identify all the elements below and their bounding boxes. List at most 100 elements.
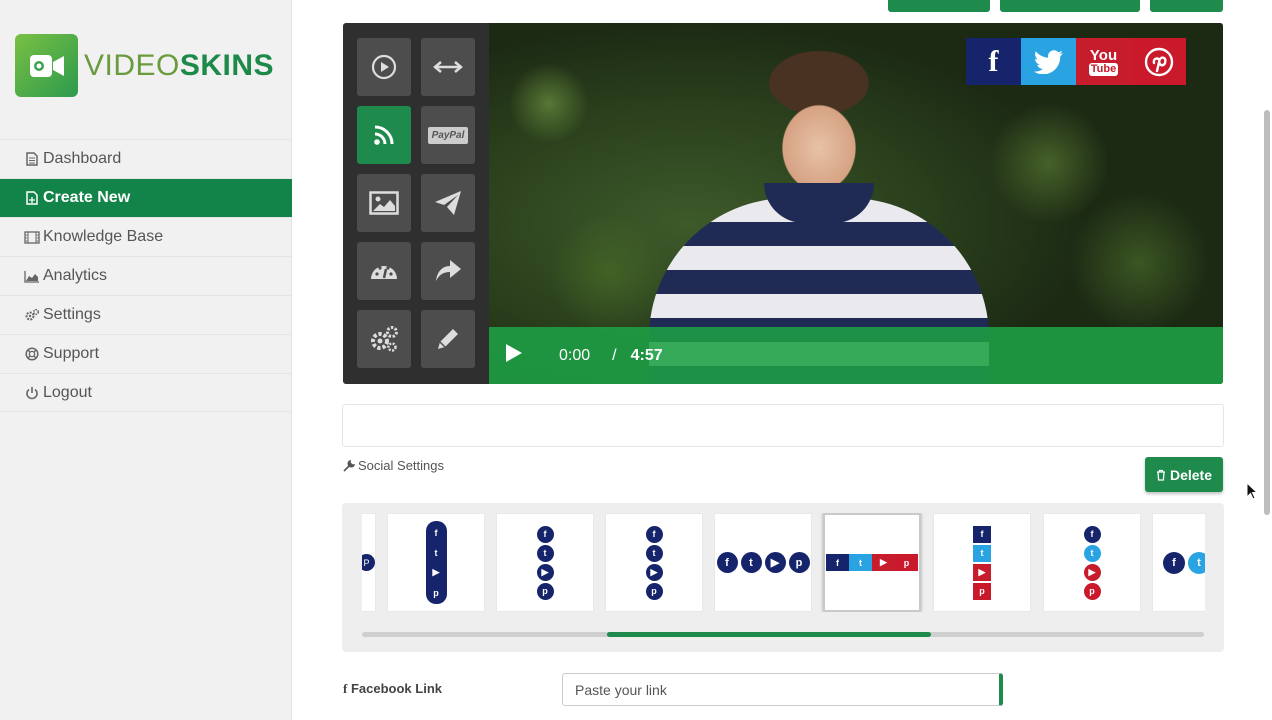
current-time: 0:00 — [559, 346, 591, 364]
social-icon-set: f t ▶ p — [1083, 525, 1101, 600]
youtube-wordmark-top: You — [1089, 46, 1118, 64]
time-separator: / — [612, 346, 617, 364]
trash-icon — [1156, 469, 1166, 481]
style-tile-vertical-squares[interactable]: f t ▶ p — [933, 513, 1031, 612]
resize-icon[interactable] — [421, 38, 475, 96]
sidebar-item-label: Knowledge Base — [43, 228, 164, 245]
logo[interactable]: VIDEOSKINS — [15, 34, 274, 97]
carousel-scroll-track[interactable] — [362, 632, 1204, 637]
youtube-wordmark-bottom: Tube — [1088, 62, 1119, 76]
twitter-icon: t — [645, 544, 663, 562]
youtube-icon[interactable]: You Tube — [1076, 38, 1131, 85]
youtube-icon: ▶ — [645, 563, 663, 581]
twitter-icon[interactable] — [1021, 38, 1076, 85]
twitter-icon: t — [973, 544, 991, 562]
play-button[interactable] — [505, 343, 523, 368]
youtube-icon: ▶ — [427, 564, 445, 581]
social-share-bar: f You Tube — [966, 38, 1186, 85]
social-icon-set: f t ▶ p — [826, 554, 918, 571]
facebook-icon: f — [343, 681, 348, 696]
video-player-preview: PayPal f You Tube 0:00 / 4:57 — [343, 23, 1223, 384]
twitter-icon: t — [740, 552, 762, 573]
style-tile-horizontal-circles[interactable]: f t ▶ p — [714, 513, 812, 612]
twitter-icon: t — [536, 544, 554, 562]
pinterest-icon[interactable] — [1131, 38, 1186, 85]
youtube-icon: ▶ — [764, 552, 786, 573]
style-tile-partial-left[interactable]: P — [362, 513, 376, 612]
paypal-icon[interactable]: PayPal — [421, 106, 475, 164]
film-icon — [24, 229, 40, 245]
sidebar-item-label: Dashboard — [43, 150, 122, 167]
facebook-icon[interactable]: f — [966, 38, 1021, 85]
style-tiles: P f t ▶ p f t ▶ p f t ▶ p f t ▶ p f t ▶ … — [362, 513, 1205, 612]
wrench-icon — [343, 459, 355, 472]
sidebar-item-logout[interactable]: Logout — [0, 373, 292, 412]
facebook-icon: f — [427, 524, 445, 541]
sidebar-item-settings[interactable]: Settings — [0, 295, 292, 334]
top-action-button-2[interactable] — [1000, 0, 1140, 12]
dashboard-icon[interactable] — [357, 242, 411, 300]
player-control-bar: 0:00 / 4:57 — [489, 327, 1223, 384]
social-icon-set: f t ▶ p — [973, 525, 991, 600]
sidebar-item-support[interactable]: Support — [0, 334, 292, 373]
pinterest-icon: P — [362, 554, 375, 571]
top-action-button-3[interactable] — [1150, 0, 1223, 12]
youtube-icon: ▶ — [1083, 563, 1101, 581]
sidebar-item-label: Support — [43, 345, 100, 362]
pinterest-icon: p — [973, 582, 991, 600]
style-tile-vertical-colored-circles[interactable]: f t ▶ p — [1043, 513, 1141, 612]
style-tile-vertical-circles[interactable]: f t ▶ p — [496, 513, 594, 612]
twitter-icon: t — [849, 554, 872, 571]
style-tile-vertical-circles-alt[interactable]: f t ▶ p — [605, 513, 703, 612]
delete-button[interactable]: Delete — [1145, 457, 1223, 492]
sidebar-item-create-new[interactable]: Create New — [0, 178, 292, 217]
social-settings-heading: Social Settings — [343, 458, 444, 473]
paypal-label: PayPal — [427, 126, 469, 144]
twitter-icon: t — [1083, 544, 1101, 562]
video-frame[interactable]: f You Tube 0:00 / 4:57 — [489, 23, 1223, 384]
sidebar-item-dashboard[interactable]: Dashboard — [0, 139, 292, 178]
document-icon — [24, 151, 40, 167]
social-icon-set: f t ▶ p — [536, 525, 554, 600]
gears-icon[interactable] — [357, 310, 411, 368]
top-action-button-1[interactable] — [888, 0, 990, 12]
sidebar-item-analytics[interactable]: Analytics — [0, 256, 292, 295]
player-tools: PayPal — [357, 38, 475, 368]
duration: 4:57 — [630, 346, 663, 364]
delete-label: Delete — [1169, 466, 1213, 483]
facebook-link-label-row: f Facebook Link — [343, 681, 442, 697]
sidebar-nav: Dashboard Create New Knowledge Base Anal… — [0, 139, 292, 412]
sidebar-item-label: Analytics — [43, 267, 108, 284]
facebook-link-input[interactable] — [562, 673, 1003, 706]
style-tile-partial-right[interactable]: f t — [1152, 513, 1205, 612]
power-icon — [24, 385, 40, 401]
facebook-icon: f — [826, 554, 849, 571]
facebook-icon: f — [645, 525, 663, 543]
twitter-icon: t — [427, 544, 445, 561]
youtube-icon: ▶ — [872, 554, 895, 571]
sidebar: VIDEOSKINS Dashboard Create New Knowledg… — [0, 0, 292, 720]
pinterest-icon: p — [427, 584, 445, 601]
pinterest-icon: p — [536, 582, 554, 600]
sidebar-item-knowledge-base[interactable]: Knowledge Base — [0, 217, 292, 256]
page-scrollbar[interactable] — [1264, 110, 1270, 515]
facebook-icon: f — [973, 525, 991, 543]
rss-icon[interactable] — [357, 106, 411, 164]
send-icon[interactable] — [421, 174, 475, 232]
carousel-scroll-thumb[interactable] — [607, 632, 931, 637]
youtube-icon: ▶ — [536, 563, 554, 581]
image-icon[interactable] — [357, 174, 411, 232]
style-tile-vertical-pill[interactable]: f t ▶ p — [387, 513, 485, 612]
social-icon-set: f t — [1163, 551, 1205, 574]
style-tile-horizontal-squares-selected[interactable]: f t ▶ p — [823, 513, 921, 612]
pinterest-icon: p — [895, 554, 918, 571]
pencil-icon[interactable] — [421, 310, 475, 368]
twitter-icon: t — [1188, 551, 1205, 574]
facebook-link-label: Facebook Link — [350, 681, 442, 696]
pinterest-icon: p — [645, 582, 663, 600]
pinterest-icon: p — [788, 552, 810, 573]
play-icon[interactable] — [357, 38, 411, 96]
skin-name-field[interactable] — [342, 404, 1224, 447]
share-icon[interactable] — [421, 242, 475, 300]
social-icon-set: f t ▶ p — [645, 525, 663, 600]
